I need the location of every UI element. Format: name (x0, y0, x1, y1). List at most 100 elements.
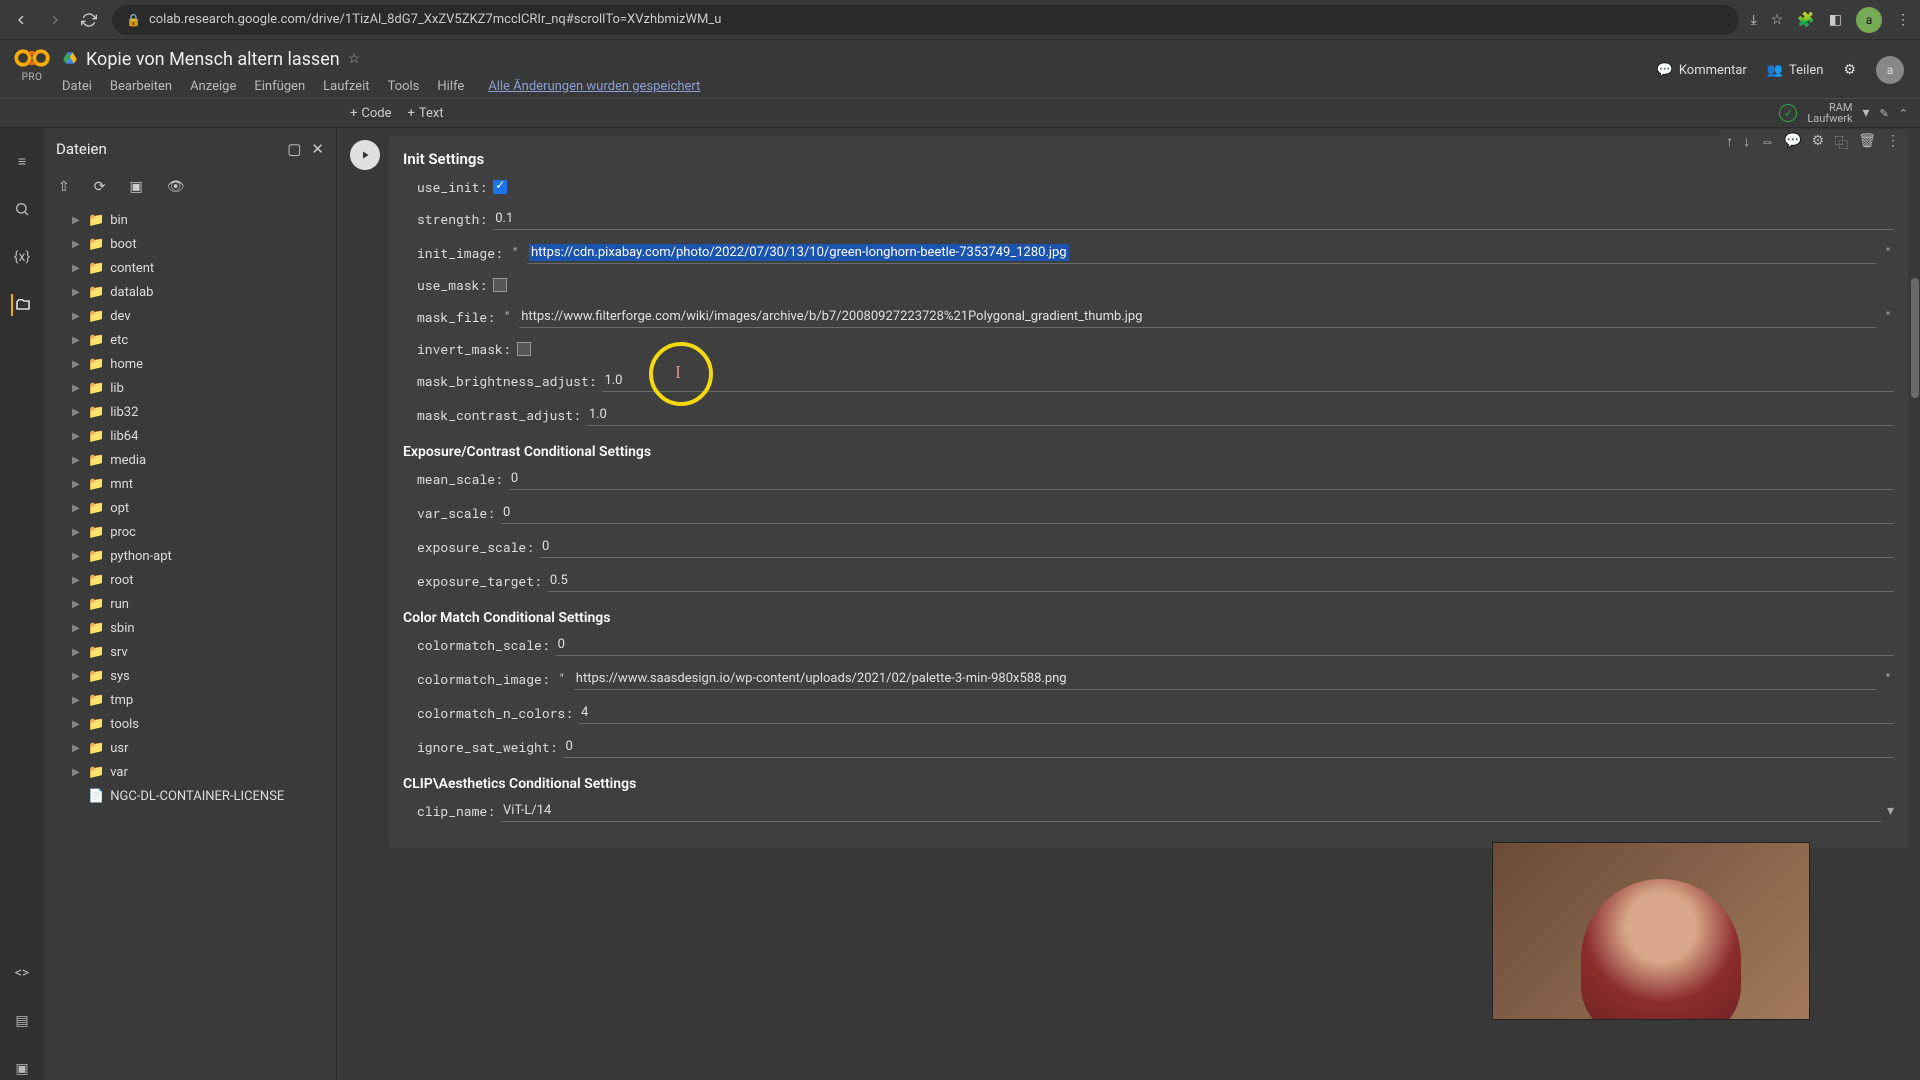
saved-status[interactable]: Alle Änderungen wurden gespeichert (488, 79, 700, 94)
tree-folder[interactable]: ▶📁sbin (72, 616, 336, 640)
move-down-icon[interactable]: ↓ (1743, 133, 1750, 153)
variables-icon[interactable]: {x} (11, 246, 33, 268)
menu-runtime[interactable]: Laufzeit (323, 79, 369, 94)
caret-icon[interactable]: ▾ (1863, 105, 1870, 121)
add-code-button[interactable]: +Code (350, 106, 392, 121)
move-up-icon[interactable]: ↑ (1726, 133, 1733, 153)
install-icon[interactable]: ⤓ (1751, 12, 1757, 28)
use-init-checkbox[interactable] (493, 180, 507, 194)
terminal-icon[interactable]: ▤ (11, 1010, 33, 1032)
notebook-area[interactable]: ↑ ↓ ⇔ 💬 ⚙ ⿻ 🗑 ⋮ Init Settings use_init: … (337, 128, 1920, 1080)
cell-menu-icon[interactable]: ⋮ (1886, 133, 1900, 153)
colormatch-n-input[interactable] (579, 702, 1894, 724)
invert-mask-checkbox[interactable] (517, 342, 531, 356)
command-palette-icon[interactable]: ▣ (11, 1058, 33, 1080)
reload-icon[interactable] (78, 9, 100, 31)
page-title[interactable]: Kopie von Mensch altern lassen (86, 49, 340, 70)
mean-scale-input[interactable] (509, 468, 1894, 490)
share-button[interactable]: 👥Teilen (1767, 63, 1824, 78)
tree-folder[interactable]: ▶📁lib64 (72, 424, 336, 448)
delete-cell-icon[interactable]: 🗑 (1858, 133, 1876, 153)
edit-toggle-icon[interactable]: ✎ (1880, 107, 1889, 120)
colormatch-image-input[interactable] (574, 668, 1876, 690)
upload-icon[interactable]: ⇧ (58, 179, 70, 195)
chrome-avatar[interactable]: a (1856, 7, 1882, 33)
tree-folder[interactable]: ▶📁proc (72, 520, 336, 544)
menu-help[interactable]: Hilfe (437, 79, 464, 94)
back-icon[interactable] (10, 9, 32, 31)
tree-folder[interactable]: ▶📁mnt (72, 472, 336, 496)
clip-name-input[interactable] (501, 800, 1881, 822)
tree-folder[interactable]: ▶📁lib32 (72, 400, 336, 424)
var-scale-input[interactable] (501, 502, 1894, 524)
toggle-hidden-icon[interactable]: 👁 (167, 179, 185, 195)
strength-input[interactable] (493, 208, 1894, 230)
tree-folder[interactable]: ▶📁etc (72, 328, 336, 352)
user-avatar[interactable]: a (1876, 56, 1904, 84)
search-icon[interactable] (11, 198, 33, 220)
chrome-menu-icon[interactable]: ⋮ (1896, 12, 1910, 28)
close-panel-icon[interactable]: ✕ (311, 140, 324, 158)
mask-contrast-input[interactable] (587, 404, 1894, 426)
refresh-icon[interactable]: ⟳ (94, 179, 106, 195)
star-icon[interactable]: ☆ (1771, 12, 1784, 28)
resource-meter[interactable]: RAM Laufwerk (1807, 102, 1852, 124)
extensions-icon[interactable]: 🧩 (1797, 12, 1814, 28)
new-window-icon[interactable]: ▢ (287, 140, 301, 158)
exposure-target-input[interactable] (548, 570, 1894, 592)
tree-folder[interactable]: ▶📁lib (72, 376, 336, 400)
menu-edit[interactable]: Bearbeiten (110, 79, 172, 94)
tree-folder[interactable]: ▶📁srv (72, 640, 336, 664)
tree-folder[interactable]: ▶📁bin (72, 208, 336, 232)
mask-file-input[interactable] (519, 306, 1876, 328)
comment-button[interactable]: 💬Kommentar (1657, 63, 1747, 78)
forward-icon[interactable] (44, 9, 66, 31)
tree-folder[interactable]: ▶📁run (72, 592, 336, 616)
file-tree[interactable]: ▶📁bin▶📁boot▶📁content▶📁datalab▶📁dev▶📁etc▶… (44, 204, 336, 1080)
tree-folder[interactable]: ▶📁boot (72, 232, 336, 256)
tree-file[interactable]: 📄NGC-DL-CONTAINER-LICENSE (72, 784, 336, 808)
expand-icon[interactable]: ⌃ (1899, 107, 1908, 120)
menu-file[interactable]: Datei (62, 79, 92, 94)
tree-folder[interactable]: ▶📁var (72, 760, 336, 784)
colab-logo[interactable]: PRO (14, 46, 50, 83)
tree-folder[interactable]: ▶📁root (72, 568, 336, 592)
colormatch-scale-input[interactable] (556, 634, 1894, 656)
tree-folder[interactable]: ▶📁media (72, 448, 336, 472)
menu-view[interactable]: Anzeige (190, 79, 236, 94)
tree-folder[interactable]: ▶📁opt (72, 496, 336, 520)
add-text-button[interactable]: +Text (408, 106, 444, 121)
tree-folder[interactable]: ▶📁tmp (72, 688, 336, 712)
url-bar[interactable]: 🔒 colab.research.google.com/drive/1TizAl… (112, 5, 1739, 35)
tree-folder[interactable]: ▶📁python-apt (72, 544, 336, 568)
tree-folder[interactable]: ▶📁dev (72, 304, 336, 328)
init-image-input[interactable]: https://cdn.pixabay.com/photo/2022/07/30… (527, 242, 1876, 264)
mirror-cell-icon[interactable]: ⿻ (1834, 133, 1848, 153)
comment-cell-icon[interactable]: 💬 (1784, 133, 1801, 153)
scrollbar-thumb[interactable] (1911, 278, 1919, 398)
menu-tools[interactable]: Tools (388, 79, 420, 94)
cell-settings-icon[interactable]: ⚙ (1812, 133, 1825, 153)
tree-folder[interactable]: ▶📁home (72, 352, 336, 376)
tree-folder[interactable]: ▶📁datalab (72, 280, 336, 304)
tree-folder[interactable]: ▶📁usr (72, 736, 336, 760)
run-cell-button[interactable] (350, 140, 380, 170)
tree-folder[interactable]: ▶📁sys (72, 664, 336, 688)
toc-icon[interactable]: ≡ (11, 150, 33, 172)
side-panel-icon[interactable]: ◧ (1829, 12, 1842, 28)
tree-folder[interactable]: ▶📁tools (72, 712, 336, 736)
link-icon[interactable]: ⇔ (1760, 133, 1774, 153)
settings-icon[interactable]: ⚙ (1843, 62, 1856, 78)
code-snippets-icon[interactable]: <> (11, 962, 33, 984)
tree-folder[interactable]: ▶📁content (72, 256, 336, 280)
mount-drive-icon[interactable]: ▣ (129, 179, 142, 195)
menu-insert[interactable]: Einfügen (254, 79, 305, 94)
dropdown-caret-icon[interactable]: ▾ (1887, 803, 1894, 819)
mask-brightness-input[interactable] (602, 370, 1894, 392)
exposure-scale-input[interactable] (540, 536, 1894, 558)
scrollbar[interactable] (1910, 128, 1920, 1080)
files-icon[interactable] (11, 294, 33, 316)
ignore-sat-input[interactable] (563, 736, 1894, 758)
star-title-icon[interactable]: ☆ (348, 51, 361, 67)
use-mask-checkbox[interactable] (493, 278, 507, 292)
